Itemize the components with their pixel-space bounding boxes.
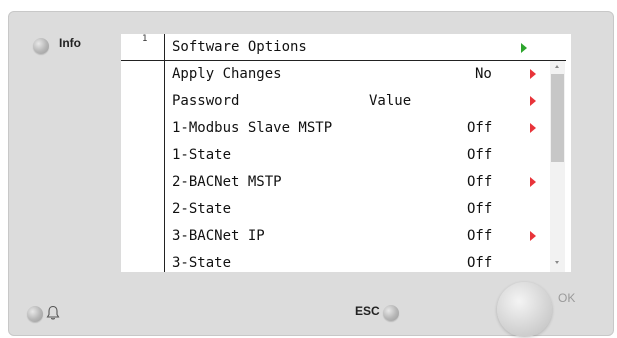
- bacnet-ip-arrow-icon[interactable]: [530, 231, 536, 241]
- header-arrow-icon: [521, 43, 527, 53]
- row-value: Off: [467, 255, 493, 271]
- scroll-down-arrow-icon[interactable]: [555, 261, 559, 264]
- row-name: 1-Modbus Slave MSTP: [172, 120, 333, 136]
- row-name: Apply Changes: [172, 66, 282, 82]
- row-value: Off: [467, 201, 493, 217]
- menu-title: Software Options: [172, 39, 307, 55]
- scroll-up-arrow-icon[interactable]: [555, 65, 559, 68]
- password-arrow-icon[interactable]: [530, 96, 536, 106]
- row-name: 2-State: [172, 201, 232, 217]
- row-mid-label: Value: [369, 93, 412, 109]
- menu-header: Software Options: [172, 37, 532, 57]
- row-name: 3-BACNet IP: [172, 228, 265, 244]
- row-value: Off: [467, 147, 493, 163]
- alarm-led-button[interactable]: [27, 306, 43, 322]
- menu-row-modbus-slave-mstp[interactable]: 1-Modbus Slave MSTP Off: [172, 118, 532, 138]
- row-value: No: [475, 66, 492, 82]
- esc-led-button[interactable]: [383, 305, 399, 321]
- row-name: 1-State: [172, 147, 232, 163]
- menu-row-apply-changes[interactable]: Apply Changes No: [172, 64, 532, 84]
- row-name: Password: [172, 93, 240, 109]
- menu-row-1-state: 1-State Off: [172, 145, 532, 165]
- menu-row-password[interactable]: Password Value: [172, 91, 532, 111]
- bell-icon: [46, 305, 60, 320]
- ok-label: OK: [558, 291, 576, 305]
- row-value: Off: [467, 174, 493, 190]
- row-value: Off: [467, 228, 493, 244]
- menu-row-bacnet-mstp[interactable]: 2-BACNet MSTP Off: [172, 172, 532, 192]
- screen-number: 1: [142, 34, 148, 44]
- scrollbar-thumb[interactable]: [551, 74, 564, 162]
- row-name: 3-State: [172, 255, 232, 271]
- menu-row-3-state: 3-State Off: [172, 253, 532, 272]
- ok-button[interactable]: [497, 282, 552, 337]
- apply-changes-arrow-icon[interactable]: [530, 69, 536, 79]
- esc-label: ESC: [355, 304, 380, 318]
- screen-divider-vertical: [164, 34, 165, 272]
- menu-row-bacnet-ip[interactable]: 3-BACNet IP Off: [172, 226, 532, 246]
- row-value: Off: [467, 120, 493, 136]
- modbus-slave-mstp-arrow-icon[interactable]: [530, 123, 536, 133]
- menu-row-2-state: 2-State Off: [172, 199, 532, 219]
- row-name: 2-BACNet MSTP: [172, 174, 282, 190]
- info-led-button[interactable]: [33, 38, 49, 54]
- info-label: Info: [59, 36, 81, 50]
- bacnet-mstp-arrow-icon[interactable]: [530, 177, 536, 187]
